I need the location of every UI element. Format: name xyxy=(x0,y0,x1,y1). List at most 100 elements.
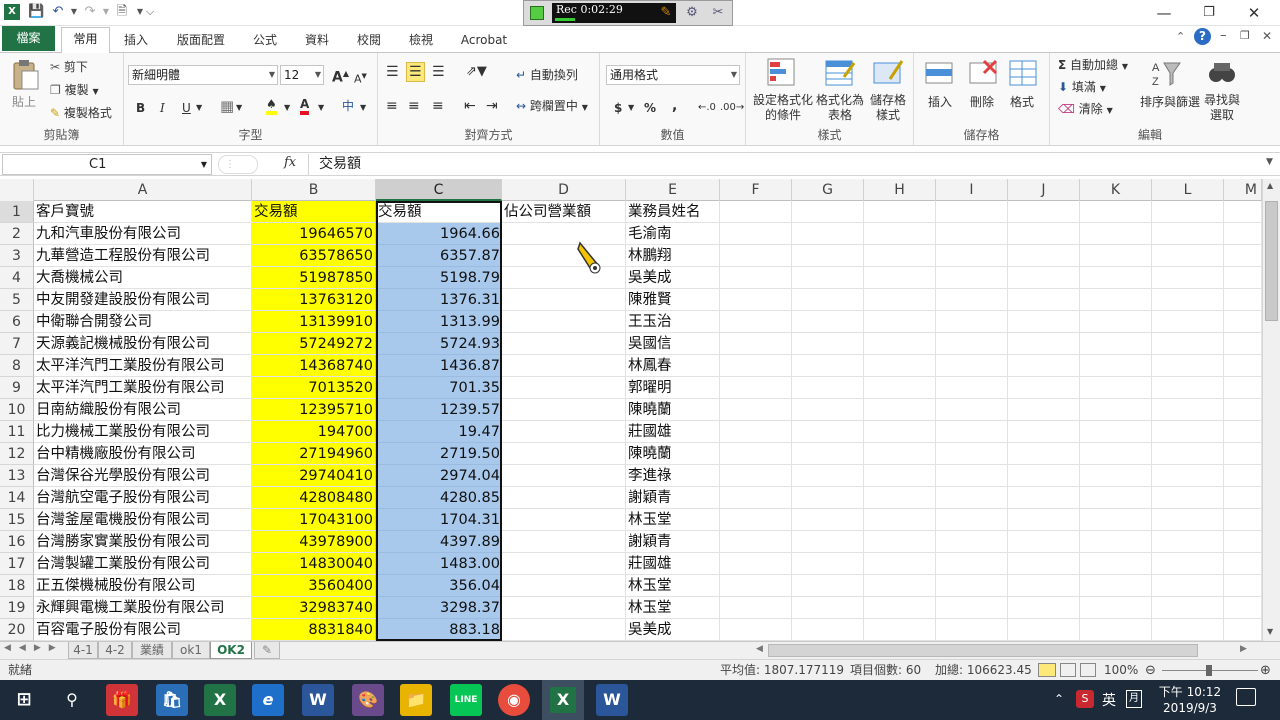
cell-b3[interactable]: 63578650 xyxy=(252,245,376,267)
empty-cell[interactable] xyxy=(720,245,792,267)
empty-cell[interactable] xyxy=(1152,443,1224,465)
cell-a19[interactable]: 永輝興電機工業股份有限公司 xyxy=(34,597,252,619)
empty-cell[interactable] xyxy=(720,399,792,421)
cell-e3[interactable]: 林鵬翔 xyxy=(626,245,720,267)
tab-file[interactable]: 檔案 xyxy=(2,26,55,51)
cell-d8[interactable] xyxy=(502,355,626,377)
column-header-c[interactable]: C xyxy=(376,179,502,201)
scroll-up-icon[interactable]: ▲ xyxy=(1267,181,1273,190)
empty-cell[interactable] xyxy=(1224,421,1262,443)
cell-e6[interactable]: 王玉治 xyxy=(626,311,720,333)
empty-cell[interactable] xyxy=(720,377,792,399)
decrease-decimal-icon[interactable]: .00→ xyxy=(720,99,744,117)
paint-app-icon[interactable]: 🎨 xyxy=(352,684,384,716)
empty-cell[interactable] xyxy=(720,311,792,333)
customize-qat-bar-icon[interactable]: ⌵ xyxy=(142,4,158,20)
notification-icon[interactable] xyxy=(1236,688,1256,706)
empty-cell[interactable] xyxy=(1080,553,1152,575)
cell-e19[interactable]: 林玉堂 xyxy=(626,597,720,619)
row-header[interactable]: 20 xyxy=(0,619,34,641)
cell-a10[interactable]: 日南紡織股份有限公司 xyxy=(34,399,252,421)
row-header[interactable]: 18 xyxy=(0,575,34,597)
empty-cell[interactable] xyxy=(1152,399,1224,421)
new-sheet-icon[interactable]: ✎ xyxy=(254,642,280,659)
empty-cell[interactable] xyxy=(1152,223,1224,245)
phonetic-icon[interactable]: 中 xyxy=(342,97,354,115)
empty-cell[interactable] xyxy=(1008,311,1080,333)
increase-indent-icon[interactable]: ⇥ xyxy=(486,97,498,115)
fill-color-button[interactable]: ♠ xyxy=(266,95,277,117)
new-file-icon[interactable]: 🗎 xyxy=(114,4,130,20)
cell-e8[interactable]: 林鳳春 xyxy=(626,355,720,377)
column-header-e[interactable]: E xyxy=(626,179,720,201)
cell-e1[interactable]: 業務員姓名 xyxy=(626,201,720,223)
empty-cell[interactable] xyxy=(936,553,1008,575)
cell-a5[interactable]: 中友開發建設股份有限公司 xyxy=(34,289,252,311)
currency-dropdown-icon[interactable]: ▼ xyxy=(628,99,634,117)
cell-d1[interactable]: 佔公司營業額 xyxy=(502,201,626,223)
tab-data[interactable]: 資料 xyxy=(292,29,342,51)
cell-c13[interactable]: 2974.04 xyxy=(376,465,502,487)
cell-c9[interactable]: 701.35 xyxy=(376,377,502,399)
tab-page-layout[interactable]: 版面配置 xyxy=(168,29,234,51)
decrease-indent-icon[interactable]: ⇤ xyxy=(464,97,476,115)
chrome-icon[interactable]: ◉ xyxy=(498,684,530,716)
empty-cell[interactable] xyxy=(864,465,936,487)
empty-cell[interactable] xyxy=(720,619,792,641)
empty-cell[interactable] xyxy=(1224,355,1262,377)
sort-filter-icon[interactable]: AZ xyxy=(1152,57,1184,89)
empty-cell[interactable] xyxy=(1008,333,1080,355)
empty-cell[interactable] xyxy=(1152,333,1224,355)
empty-cell[interactable] xyxy=(792,311,864,333)
empty-cell[interactable] xyxy=(936,289,1008,311)
cell-b5[interactable]: 13763120 xyxy=(252,289,376,311)
cell-b4[interactable]: 51987850 xyxy=(252,267,376,289)
cell-b14[interactable]: 42808480 xyxy=(252,487,376,509)
cell-b20[interactable]: 8831840 xyxy=(252,619,376,641)
hscroll-right-icon[interactable]: ▶ xyxy=(1240,644,1247,654)
empty-cell[interactable] xyxy=(720,531,792,553)
excel-active-taskbar-icon[interactable]: X xyxy=(542,680,584,720)
ribbon-restore-icon[interactable]: ❐ xyxy=(1240,29,1250,42)
empty-cell[interactable] xyxy=(1008,531,1080,553)
undo-icon[interactable]: ↶ xyxy=(50,4,66,20)
column-header-b[interactable]: B xyxy=(252,179,376,201)
empty-cell[interactable] xyxy=(1224,443,1262,465)
empty-cell[interactable] xyxy=(1080,421,1152,443)
cell-e4[interactable]: 吳美成 xyxy=(626,267,720,289)
empty-cell[interactable] xyxy=(720,509,792,531)
cell-a9[interactable]: 太平洋汽門工業股份有限公司 xyxy=(34,377,252,399)
excel-taskbar-icon[interactable]: X xyxy=(204,684,236,716)
empty-cell[interactable] xyxy=(1008,399,1080,421)
empty-cell[interactable] xyxy=(864,267,936,289)
empty-cell[interactable] xyxy=(1224,531,1262,553)
insert-cells-icon[interactable] xyxy=(924,57,956,89)
cell-a13[interactable]: 台灣保谷光學股份有限公司 xyxy=(34,465,252,487)
file-explorer-icon[interactable]: 📁 xyxy=(400,684,432,716)
cell-a20[interactable]: 百容電子股份有限公司 xyxy=(34,619,252,641)
cell-b1[interactable]: 交易額 xyxy=(252,201,376,223)
empty-cell[interactable] xyxy=(1224,289,1262,311)
gift-app-icon[interactable]: 🎁 xyxy=(106,684,138,716)
empty-cell[interactable] xyxy=(864,333,936,355)
format-cells-icon[interactable] xyxy=(1008,57,1040,89)
cell-e13[interactable]: 李進祿 xyxy=(626,465,720,487)
italic-button[interactable]: I xyxy=(160,99,165,117)
fill-color-dropdown-icon[interactable]: ▼ xyxy=(284,99,290,117)
cell-c3[interactable]: 6357.87 xyxy=(376,245,502,267)
ribbon-minimize-icon[interactable]: – xyxy=(1220,28,1227,43)
empty-cell[interactable] xyxy=(936,531,1008,553)
redo-dropdown-icon[interactable]: ▼ xyxy=(98,4,114,20)
paste-icon[interactable] xyxy=(10,59,42,91)
empty-cell[interactable] xyxy=(1152,465,1224,487)
empty-cell[interactable] xyxy=(1224,399,1262,421)
row-header[interactable]: 19 xyxy=(0,597,34,619)
column-header-k[interactable]: K xyxy=(1080,179,1152,201)
empty-cell[interactable] xyxy=(720,575,792,597)
empty-cell[interactable] xyxy=(1224,311,1262,333)
cell-a4[interactable]: 大喬機械公司 xyxy=(34,267,252,289)
empty-cell[interactable] xyxy=(792,619,864,641)
taskbar-date[interactable]: 2019/9/3 xyxy=(1158,701,1222,715)
cell-b11[interactable]: 194700 xyxy=(252,421,376,443)
vertical-scroll-thumb[interactable] xyxy=(1265,201,1278,321)
